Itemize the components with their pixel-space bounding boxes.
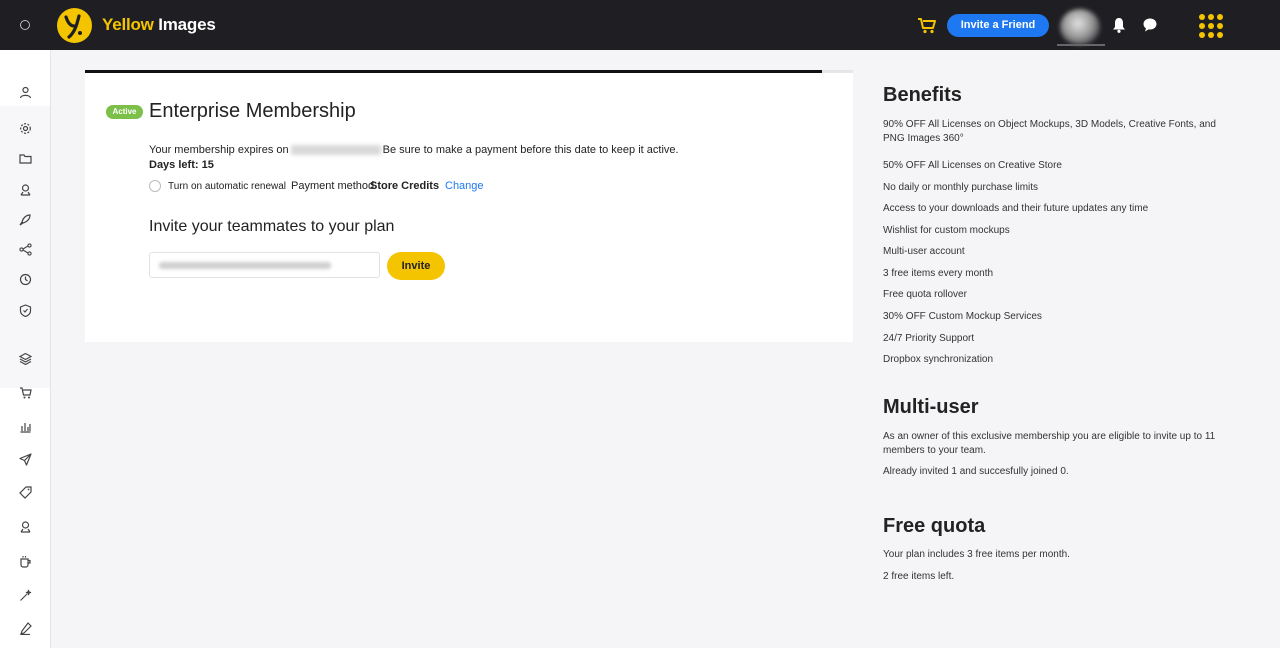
- benefit-item: Dropbox synchronization: [883, 354, 994, 365]
- free-quota-text: Your plan includes 3 free items per mont…: [883, 549, 1070, 560]
- sidebar-clock-icon-7[interactable]: [19, 273, 32, 286]
- expires-suffix: Be sure to make a payment before this da…: [382, 144, 679, 156]
- sidebar-cup-icon-15[interactable]: [19, 555, 32, 568]
- sidebar-layers-icon-9[interactable]: [19, 352, 32, 365]
- benefit-item: No daily or monthly purchase limits: [883, 182, 1039, 193]
- expires-prefix: Your membership expires on: [149, 144, 289, 156]
- benefit-item: Access to your downloads and their futur…: [883, 203, 1149, 214]
- auto-renewal-label[interactable]: Turn on automatic renewal: [168, 181, 286, 192]
- benefit-item: 30% OFF Custom Mockup Services: [883, 311, 1042, 322]
- sidebar-user-badge-icon-4[interactable]: [19, 183, 32, 196]
- brand-name[interactable]: Yellow Images: [102, 15, 216, 35]
- sidebar: [0, 50, 51, 648]
- brand-name-part1: Yellow: [102, 15, 154, 34]
- benefit-item: 3 free items every month: [883, 268, 994, 279]
- payment-method-label: Payment method: [291, 180, 375, 192]
- invite-email-input[interactable]: [149, 252, 380, 278]
- cart-icon[interactable]: [917, 16, 937, 34]
- expiration-text: Your membership expires on Be sure to mak…: [149, 144, 679, 156]
- change-payment-link[interactable]: Change: [445, 180, 484, 192]
- sidebar-tag-icon-13[interactable]: [19, 486, 32, 499]
- avatar[interactable]: [1060, 9, 1100, 45]
- chat-icon[interactable]: [1142, 17, 1158, 38]
- sidebar-gear-icon-2[interactable]: [19, 122, 32, 135]
- benefits-title: Benefits: [883, 84, 962, 106]
- sidebar-user-icon-1[interactable]: [19, 86, 32, 99]
- sidebar-shield-icon-8[interactable]: [19, 304, 32, 317]
- sidebar-rocket-icon-5[interactable]: [19, 213, 32, 226]
- sidebar-magic-wand-icon-16[interactable]: [19, 589, 32, 602]
- benefit-item: 24/7 Priority Support: [883, 333, 975, 344]
- invite-friend-button[interactable]: Invite a Friend: [947, 14, 1049, 37]
- days-left: Days left: 15: [149, 159, 214, 171]
- menu-circle-icon[interactable]: [20, 20, 30, 30]
- top-bar: Yellow Images Invite a Friend: [0, 0, 1280, 50]
- sidebar-pen-icon-17[interactable]: [19, 622, 32, 635]
- bell-icon[interactable]: [1112, 17, 1126, 38]
- sidebar-user-badge-icon-14[interactable]: [19, 520, 32, 533]
- multiuser-title: Multi-user: [883, 396, 979, 418]
- sidebar-folder-icon-3[interactable]: [19, 152, 32, 165]
- sidebar-send-icon-12[interactable]: [19, 453, 32, 466]
- free-quota-title: Free quota: [883, 515, 986, 537]
- invite-button[interactable]: Invite: [387, 252, 445, 280]
- apps-grid-icon[interactable]: [1199, 14, 1223, 38]
- benefit-item: Wishlist for custom mockups: [883, 225, 1010, 236]
- multiuser-text: As an owner of this exclusive membership…: [883, 431, 1216, 456]
- invite-heading: Invite your teammates to your plan: [149, 218, 395, 235]
- sidebar-cart-icon-10[interactable]: [19, 386, 32, 399]
- membership-card: Active Enterprise Membership Your member…: [85, 70, 853, 342]
- page-title: Enterprise Membership: [149, 100, 356, 122]
- payment-method-value: Store Credits: [370, 180, 440, 192]
- status-badge: Active: [106, 105, 143, 119]
- sidebar-share-icon-6[interactable]: [19, 243, 32, 256]
- benefit-item: 50% OFF All Licenses on Creative Store: [883, 160, 1062, 171]
- blurred-expiration-date: [290, 145, 381, 156]
- membership-progress-fill: [85, 70, 823, 73]
- benefit-item: 90% OFF All Licenses on Object Mockups, …: [883, 119, 1216, 144]
- auto-renewal-radio[interactable]: [149, 180, 161, 192]
- blurred-email: [159, 262, 331, 269]
- avatar-underline: [1057, 44, 1105, 46]
- benefit-item: Free quota rollover: [883, 289, 967, 300]
- sidebar-bar-chart-icon-11[interactable]: [19, 420, 32, 433]
- brand-name-part2: Images: [153, 15, 216, 34]
- logo-icon[interactable]: [57, 8, 92, 43]
- free-quota-left-text: 2 free items left.: [883, 571, 955, 582]
- benefit-item: Multi-user account: [883, 246, 965, 257]
- multiuser-invited-text: Already invited 1 and succesfully joined…: [883, 466, 1069, 477]
- membership-progress: [85, 70, 853, 73]
